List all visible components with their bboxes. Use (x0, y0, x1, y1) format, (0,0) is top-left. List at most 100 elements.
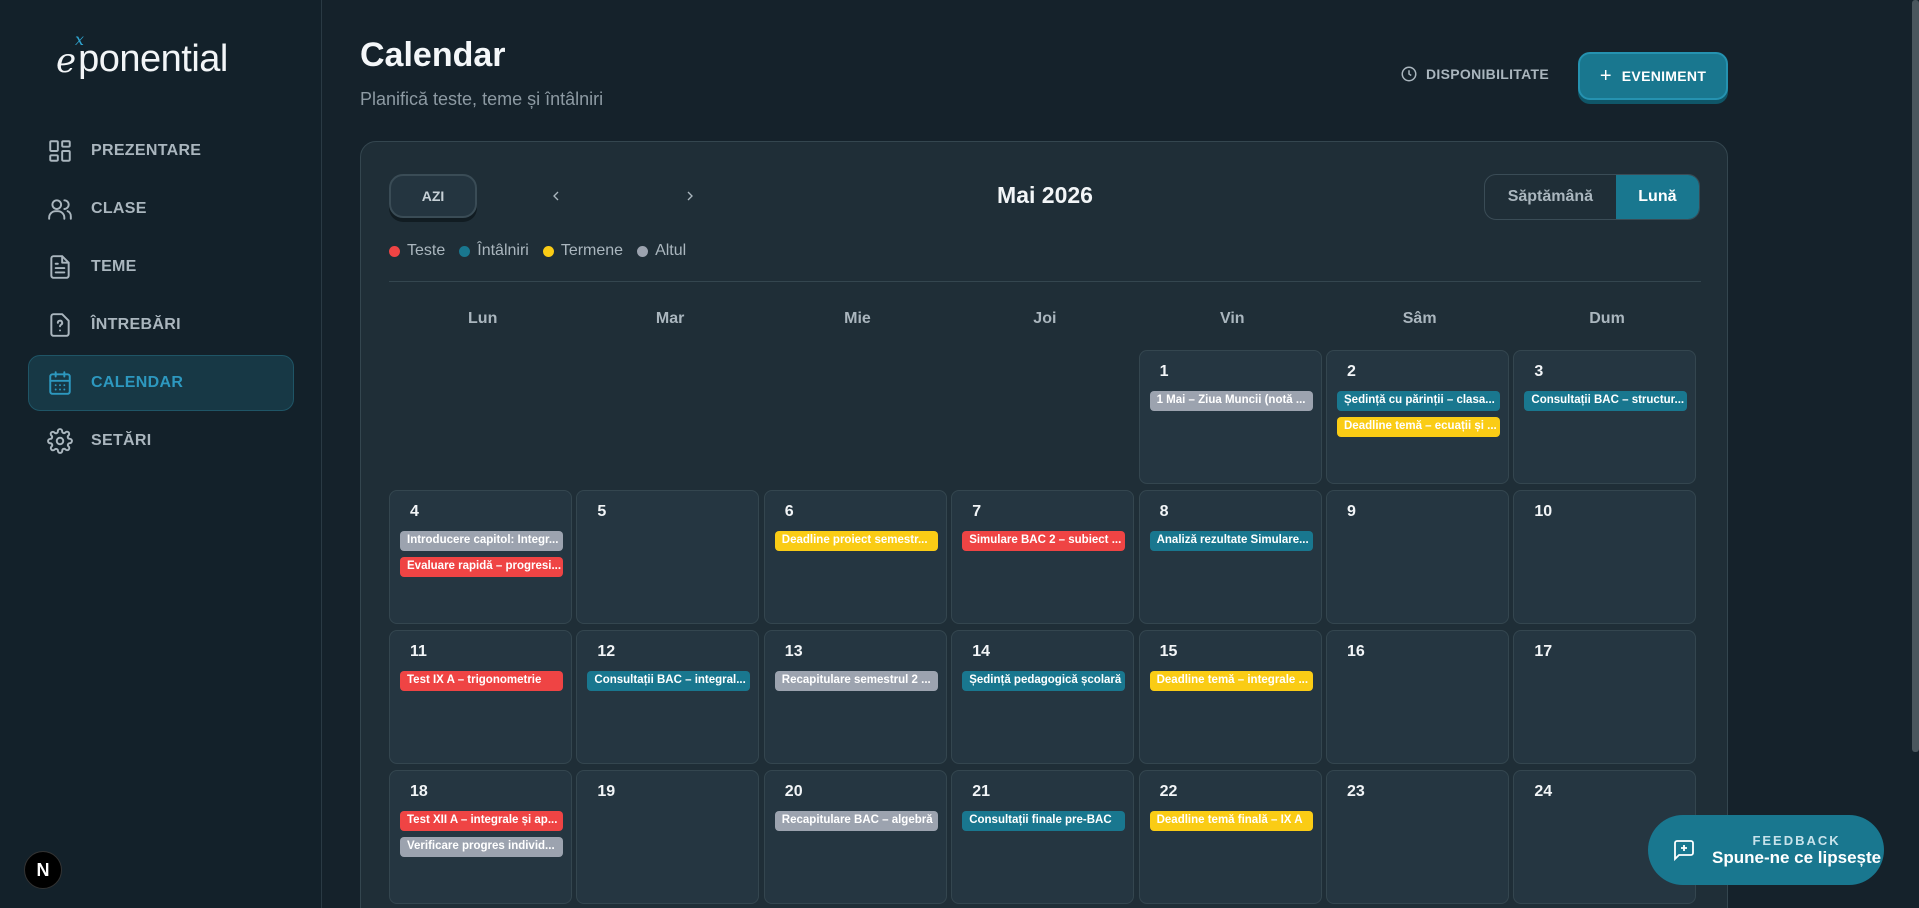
dashboard-icon (49, 140, 71, 162)
day-cell[interactable]: 5 (576, 490, 760, 624)
calendar-event[interactable]: Ședință pedagogică școlară (962, 671, 1126, 691)
day-cell[interactable]: 6 Deadline proiect semestr... (763, 490, 947, 624)
sidebar-item-label: CALENDAR (91, 374, 184, 391)
weekday-label: Joi (1033, 310, 1057, 327)
sidebar-item-label: TEME (91, 258, 137, 275)
view-week-button[interactable]: Săptămână (1485, 175, 1616, 219)
calendar-legend: Teste Întâlniri Termene Altul (389, 242, 686, 260)
view-month-button[interactable]: Lună (1615, 175, 1699, 219)
calendar-event[interactable]: Deadline temă – integrale ... (1149, 671, 1313, 691)
legend-label: Termene (560, 242, 624, 259)
day-cell[interactable]: 11 Test IX A – trigonometrie (389, 630, 572, 764)
day-cell[interactable]: 8 Analiză rezultate Simulare... (1138, 490, 1322, 624)
calendar-icon (49, 371, 71, 395)
logo-text: ponential (78, 38, 228, 80)
sidebar-item-calendar[interactable]: CALENDAR (28, 355, 294, 411)
users-icon (48, 199, 72, 220)
calendar-event[interactable]: Deadline proiect semestr... (774, 531, 938, 551)
calendar-event[interactable]: Consultații BAC – structur... (1524, 391, 1688, 411)
day-number: 6 (784, 503, 794, 520)
nextjs-badge-icon[interactable]: N (24, 851, 62, 889)
calendar-event[interactable]: Test IX A – trigonometrie (400, 671, 563, 691)
calendar-event[interactable]: Verificare progres individ... (400, 837, 563, 857)
legend-item-deadlines: Termene (542, 242, 624, 260)
view-toggle: Săptămână Lună (1484, 174, 1700, 220)
day-number: 20 (784, 783, 803, 800)
day-number: 24 (1534, 783, 1553, 800)
day-number: 19 (597, 783, 616, 800)
calendar-event[interactable]: Deadline temă finală – IX A (1149, 811, 1313, 831)
day-number: 4 (410, 503, 419, 520)
sidebar-item-clase[interactable]: CLASE (28, 181, 294, 237)
availability-button[interactable]: DISPONIBILITATE (1400, 60, 1549, 88)
calendar-event[interactable]: Evaluare rapidă – progresi... (400, 557, 563, 577)
day-number: 5 (597, 503, 607, 520)
day-cell[interactable]: 18 Test XII A – integrale și ap... Verific… (389, 770, 572, 904)
sidebar-item-label: ÎNTREBĂRI (91, 316, 181, 333)
calendar-event[interactable]: Analiză rezultate Simulare... (1149, 531, 1313, 551)
sidebar-nav: PREZENTARE CLASE TEME ÎNTREBĂRI CALENDAR… (28, 123, 294, 471)
day-number: 13 (784, 643, 803, 660)
day-cell[interactable]: 19 (576, 770, 760, 904)
day-cell[interactable]: 21 Consultații finale pre-BAC (951, 770, 1135, 904)
legend-dot (542, 245, 554, 257)
calendar-event[interactable]: Recapitulare BAC – algebră (774, 811, 938, 831)
brand-logo[interactable]: e x ponential (56, 30, 228, 78)
message-plus-icon (1674, 840, 1694, 862)
legend-label: Întâlniri (477, 242, 529, 259)
page-scrollbar[interactable] (1912, 0, 1919, 752)
sidebar-item-prezentare[interactable]: PREZENTARE (28, 123, 294, 179)
day-cell[interactable]: 13 Recapitulare semestrul 2 ... (763, 630, 947, 764)
day-cell[interactable]: 16 (1326, 630, 1509, 764)
feedback-button[interactable]: FEEDBACK Spune-ne ce lipsește (1648, 815, 1884, 885)
calendar-event[interactable]: Introducere capitol: Integr... (400, 531, 563, 551)
add-event-label: EVENIMENT (1621, 68, 1707, 84)
feedback-subtitle: Spune-ne ce lipsește (1712, 847, 1882, 867)
day-cell[interactable]: 23 (1326, 770, 1509, 904)
legend-item-tests: Teste (389, 242, 445, 260)
calendar-event[interactable]: Consultații BAC – integral... (587, 671, 751, 691)
day-number: 16 (1347, 643, 1365, 660)
day-cell[interactable]: 14 Ședință pedagogică școlară (951, 630, 1135, 764)
calendar-event[interactable]: Simulare BAC 2 – subiect ... (962, 531, 1126, 551)
day-number: 18 (410, 783, 428, 800)
day-number: 1 (1159, 363, 1169, 380)
day-cell[interactable]: 22 Deadline temă finală – IX A (1138, 770, 1322, 904)
day-cell[interactable]: 4 Introducere capitol: Integr... Evaluare … (389, 490, 572, 624)
calendar-event[interactable]: Recapitulare semestrul 2 ... (774, 671, 938, 691)
sidebar-item-setari[interactable]: SETĂRI (28, 413, 294, 469)
day-cell[interactable]: 7 Simulare BAC 2 – subiect ... (951, 490, 1135, 624)
sidebar-item-label: PREZENTARE (91, 142, 202, 159)
day-cell[interactable]: 15 Deadline temă – integrale ... (1138, 630, 1322, 764)
day-cell[interactable]: 20 Recapitulare BAC – algebră (763, 770, 947, 904)
weekday-label: Mar (655, 310, 685, 327)
document-icon (50, 255, 70, 279)
day-cell[interactable]: 12 Consultații BAC – integral... (576, 630, 760, 764)
logo-e: e (56, 41, 77, 81)
day-number: 12 (597, 643, 616, 660)
day-cell[interactable]: 2 Ședință cu părinții – clasa... Deadline … (1326, 350, 1509, 484)
day-number: 10 (1534, 503, 1553, 520)
add-event-button[interactable]: + EVENIMENT (1578, 52, 1728, 100)
calendar-event[interactable]: Consultații finale pre-BAC (962, 811, 1126, 831)
sidebar-item-intrebari[interactable]: ÎNTREBĂRI (28, 297, 294, 353)
weekday-label: Vin (1219, 310, 1245, 327)
day-number: 8 (1159, 503, 1169, 520)
day-cell[interactable]: 1 1 Mai – Ziua Muncii (notă ... (1138, 350, 1322, 484)
day-number: 15 (1159, 643, 1178, 660)
legend-dot (637, 245, 649, 257)
day-cell[interactable]: 17 (1513, 630, 1697, 764)
legend-label: Teste (407, 242, 446, 259)
calendar-event[interactable]: 1 Mai – Ziua Muncii (notă ... (1149, 391, 1313, 411)
calendar-event[interactable]: Test XII A – integrale și ap... (400, 811, 563, 831)
sidebar-item-label: SETĂRI (91, 432, 152, 449)
weekday-label: Dum (1589, 310, 1625, 327)
calendar-event[interactable]: Ședință cu părinții – clasa... (1337, 391, 1500, 411)
day-cell[interactable]: 9 (1326, 490, 1509, 624)
weekday-label: Sâm (1402, 310, 1437, 327)
sidebar-item-teme[interactable]: TEME (28, 239, 294, 295)
day-cell[interactable]: 3 Consultații BAC – structur... (1513, 350, 1697, 484)
calendar-event[interactable]: Deadline temă – ecuații și ... (1337, 417, 1500, 437)
weekday-header: Lun Mar Mie Joi Vin Sâm Dum (389, 310, 1701, 328)
day-cell[interactable]: 10 (1513, 490, 1697, 624)
